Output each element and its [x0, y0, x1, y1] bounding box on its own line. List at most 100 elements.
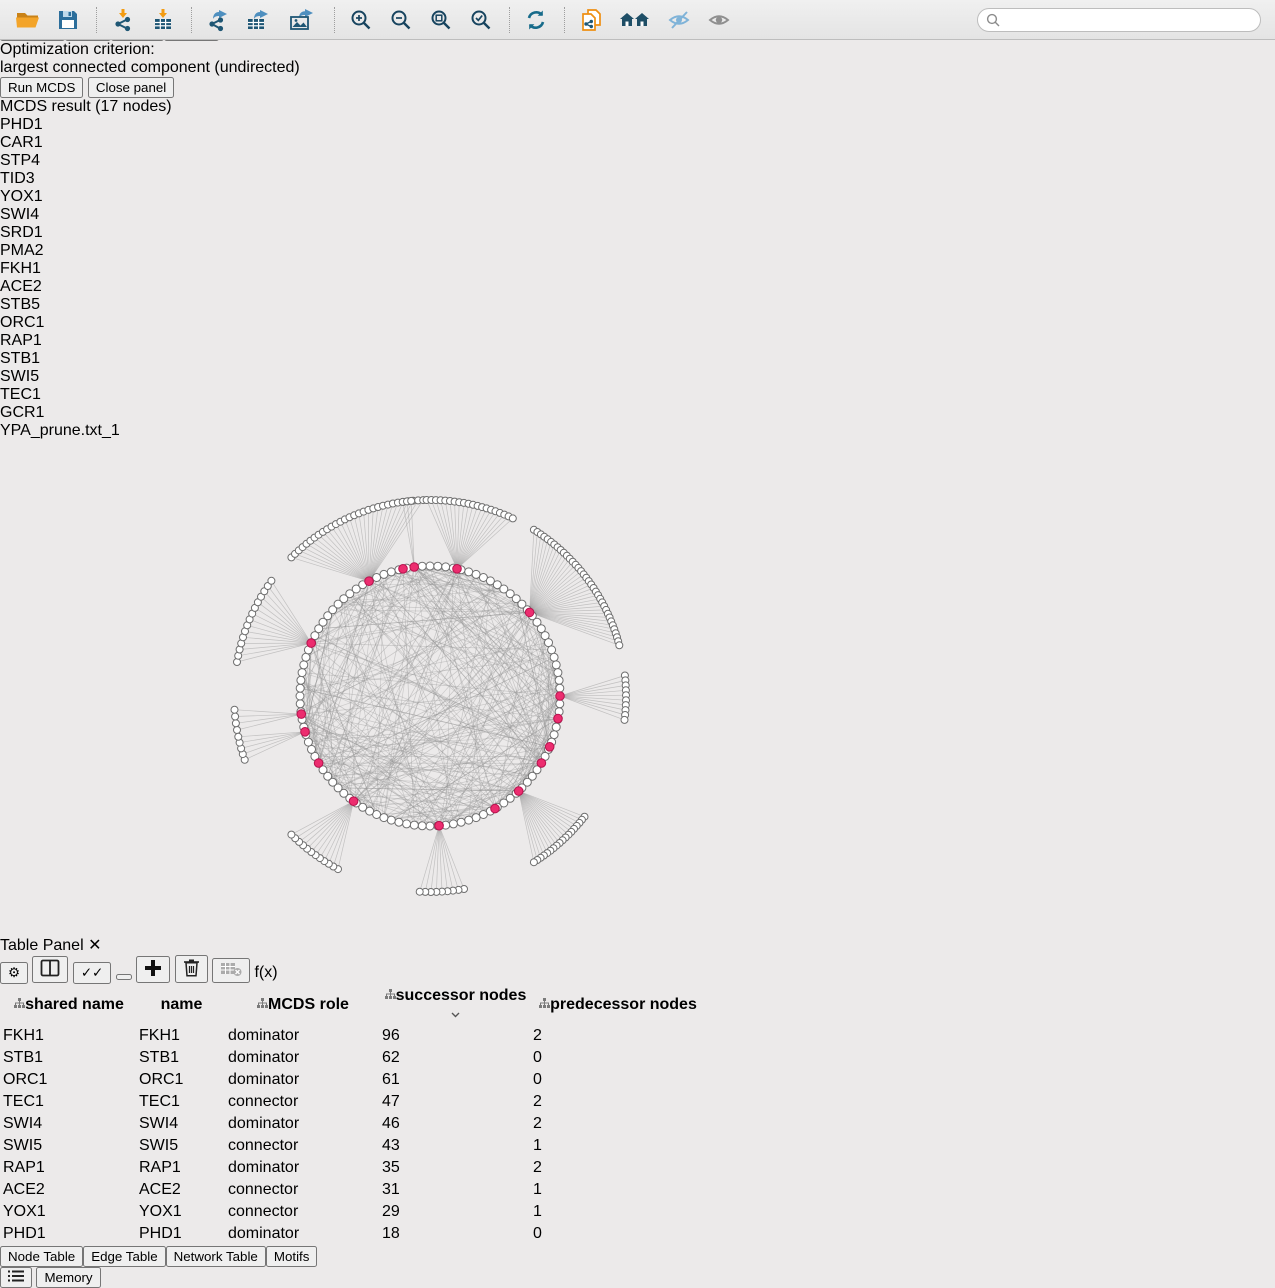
toolbar-separator	[509, 7, 511, 33]
delete-table-icon[interactable]	[212, 958, 250, 983]
result-node[interactable]: YOX1	[0, 188, 1275, 206]
table-row[interactable]: SWI5SWI5connector431	[2, 1136, 708, 1156]
result-node[interactable]: RAP1	[0, 332, 1275, 350]
result-node[interactable]: TEC1	[0, 386, 1275, 404]
tab-motifs[interactable]: Motifs	[266, 1246, 318, 1267]
toolbar-separator	[96, 7, 98, 33]
result-node[interactable]: TID3	[0, 170, 1275, 188]
column-header-name[interactable]: name	[138, 986, 225, 1024]
zoom-in-icon[interactable]	[345, 4, 377, 36]
application-window: Control Panel ✕ NetworkStyleSelectMCDS O…	[0, 0, 1275, 898]
select-all-icon[interactable]: ✓✓	[73, 962, 111, 984]
import-table-icon[interactable]	[147, 4, 179, 36]
column-visibility-icon[interactable]	[32, 956, 68, 983]
duplicate-network-icon[interactable]	[575, 4, 607, 36]
main-toolbar	[0, 0, 1275, 40]
column-header-filler	[706, 986, 708, 1024]
network-graph[interactable]	[0, 440, 865, 930]
search-input[interactable]	[977, 8, 1261, 32]
table-row[interactable]: ACE2ACE2connector311	[2, 1180, 708, 1200]
tab-network-table[interactable]: Network Table	[166, 1246, 266, 1267]
table-row[interactable]: FKH1FKH1dominator962	[2, 1026, 708, 1046]
mcds-result-list: PHD1CAR1STP4TID3YOX1SWI4SRD1PMA2FKH1ACE2…	[0, 116, 1275, 422]
network-title: YPA_prune.txt_1	[0, 422, 1275, 440]
column-header-successor-nodes[interactable]: successor nodes	[381, 986, 530, 1024]
toolbar-separator	[334, 7, 336, 33]
export-network-icon[interactable]	[202, 4, 234, 36]
show-all-icon[interactable]	[703, 4, 735, 36]
tab-node-table[interactable]: Node Table	[0, 1246, 83, 1267]
control-panel: Control Panel ✕ NetworkStyleSelectMCDS O…	[0, 0, 1275, 422]
memory-button[interactable]: Memory	[36, 1267, 100, 1288]
status-bar: Memory	[0, 1267, 1275, 1288]
close-panel-button[interactable]: Close panel	[88, 77, 174, 98]
hide-selected-icon[interactable]	[663, 4, 695, 36]
shared-column-icon	[14, 998, 25, 1009]
search-field	[977, 8, 1261, 32]
optimization-label: Optimization criterion:	[0, 41, 1275, 59]
shared-column-icon	[257, 998, 268, 1009]
refresh-icon[interactable]	[520, 4, 552, 36]
table-row[interactable]: PHD1PHD1dominator180	[2, 1224, 708, 1244]
optimization-criterion-select[interactable]: largest connected component (undirected)	[0, 59, 1275, 77]
export-table-icon[interactable]	[242, 4, 274, 36]
table-toolbar: ⚙ ✓✓ f(x)	[0, 955, 1275, 984]
table-tabs: Node TableEdge TableNetwork TableMotifs	[0, 1246, 1275, 1267]
optimization-criterion-value: largest connected component (undirected)	[0, 59, 300, 76]
table-panel-title: Table Panel	[0, 937, 84, 954]
result-node[interactable]: PMA2	[0, 242, 1275, 260]
mcds-tab-page: Optimization criterion: largest connecte…	[0, 41, 1275, 98]
first-neighbors-icon[interactable]	[615, 4, 655, 36]
save-icon[interactable]	[52, 4, 84, 36]
shared-column-icon	[539, 998, 550, 1009]
open-icon[interactable]	[12, 4, 44, 36]
zoom-out-icon[interactable]	[385, 4, 417, 36]
close-panel-icon[interactable]: ✕	[88, 937, 101, 954]
result-node[interactable]: ORC1	[0, 314, 1275, 332]
add-column-icon[interactable]	[136, 956, 170, 983]
mcds-result-box: MCDS result (17 nodes) PHD1CAR1STP4TID3Y…	[0, 98, 1275, 422]
result-node[interactable]: STP4	[0, 152, 1275, 170]
table-row[interactable]: STB1STB1dominator620	[2, 1048, 708, 1068]
column-header-predecessor-nodes[interactable]: predecessor nodes	[532, 986, 704, 1024]
table-panel: Table Panel ✕ ⚙ ✓✓	[0, 935, 1275, 1267]
result-node[interactable]: SWI5	[0, 368, 1275, 386]
deselect-all-icon[interactable]	[116, 974, 132, 980]
table-row[interactable]: YOX1YOX1connector291	[2, 1202, 708, 1222]
memory-label: Memory	[44, 1270, 92, 1285]
result-node[interactable]: SWI4	[0, 206, 1275, 224]
network-view-window: YPA_prune.txt_1	[0, 422, 1275, 935]
table-row[interactable]: RAP1RAP1dominator352	[2, 1158, 708, 1178]
settings-gear-icon[interactable]: ⚙	[0, 962, 28, 984]
result-node[interactable]: FKH1	[0, 260, 1275, 278]
delete-column-icon[interactable]	[175, 955, 208, 983]
function-builder-icon[interactable]: f(x)	[254, 964, 277, 981]
result-node[interactable]: ACE2	[0, 278, 1275, 296]
mcds-result-title: MCDS result (17 nodes)	[0, 98, 172, 115]
node-table-body: FKH1FKH1dominator962STB1STB1dominator620…	[2, 1026, 708, 1244]
column-header-shared-name[interactable]: shared name	[2, 986, 136, 1024]
shared-column-icon	[385, 989, 396, 1000]
result-node[interactable]: PHD1	[0, 116, 1275, 134]
node-table: shared namenameMCDS rolesuccessor nodesp…	[0, 984, 1275, 1246]
zoom-fit-icon[interactable]	[425, 4, 457, 36]
column-header-MCDS-role[interactable]: MCDS role	[227, 986, 379, 1024]
toolbar-separator	[564, 7, 566, 33]
task-history-icon[interactable]	[0, 1267, 32, 1288]
table-row[interactable]: TEC1TEC1connector472	[2, 1092, 708, 1112]
sort-desc-icon	[451, 1012, 460, 1018]
table-row[interactable]: ORC1ORC1dominator610	[2, 1070, 708, 1090]
export-image-icon[interactable]	[282, 4, 322, 36]
result-node[interactable]: SRD1	[0, 224, 1275, 242]
result-node[interactable]: GCR1	[0, 404, 1275, 422]
import-network-icon[interactable]	[107, 4, 139, 36]
tab-edge-table[interactable]: Edge Table	[83, 1246, 165, 1267]
node-table-header-row: shared namenameMCDS rolesuccessor nodesp…	[2, 986, 708, 1024]
search-icon	[986, 13, 1000, 27]
result-node[interactable]: STB1	[0, 350, 1275, 368]
zoom-selected-icon[interactable]	[465, 4, 497, 36]
run-mcds-button[interactable]: Run MCDS	[0, 77, 83, 98]
result-node[interactable]: CAR1	[0, 134, 1275, 152]
table-row[interactable]: SWI4SWI4dominator462	[2, 1114, 708, 1134]
result-node[interactable]: STB5	[0, 296, 1275, 314]
